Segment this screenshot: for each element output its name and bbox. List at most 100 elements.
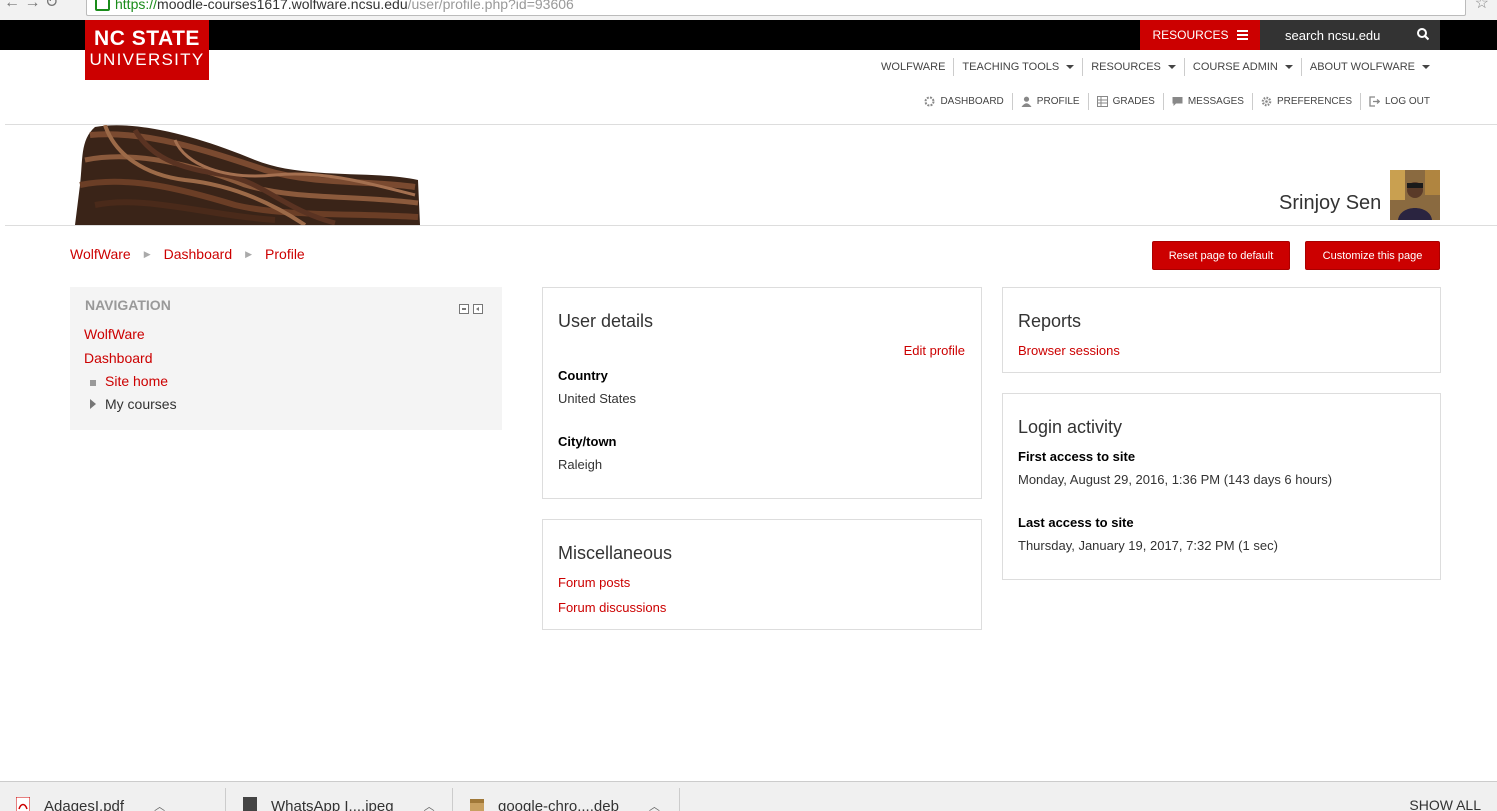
nav-link-wolfware[interactable]: WolfWare (84, 326, 145, 342)
breadcrumb-profile[interactable]: Profile (265, 246, 305, 262)
breadcrumb-dashboard[interactable]: Dashboard (164, 246, 233, 262)
resources-menu-button[interactable]: RESOURCES (1140, 20, 1260, 50)
nav-label: COURSE ADMIN (1193, 61, 1278, 73)
caret-down-icon (1422, 65, 1430, 69)
navigation-block: NAVIGATION WolfWare Dashboard Site home … (70, 287, 502, 430)
nav-course-admin[interactable]: COURSE ADMIN (1184, 58, 1301, 76)
ncstate-logo[interactable]: NC STATE UNIVERSITY (85, 20, 209, 80)
browser-sessions-link[interactable]: Browser sessions (1018, 343, 1120, 358)
nav-label: TEACHING TOOLS (962, 61, 1059, 73)
grades-icon (1097, 96, 1108, 107)
usernav-preferences[interactable]: PREFERENCES (1252, 93, 1360, 110)
usernav-grades[interactable]: GRADES (1088, 93, 1163, 110)
usernav-dashboard[interactable]: DASHBOARD (916, 93, 1011, 110)
nav-label: WOLFWARE (881, 61, 945, 73)
message-icon (1172, 96, 1183, 107)
login-activity-card: Login activity First access to site Mond… (1002, 393, 1441, 580)
back-forward-reload-icons[interactable]: ← → ↻ (4, 0, 58, 12)
nav-link-dashboard[interactable]: Dashboard (84, 350, 153, 366)
logo-line2: UNIVERSITY (85, 50, 209, 70)
show-all-downloads-button[interactable]: SHOW ALL (1409, 797, 1481, 811)
expand-arrow-icon[interactable] (90, 399, 96, 409)
reports-card: Reports Browser sessions (1002, 287, 1441, 373)
nav-teaching-tools[interactable]: TEACHING TOOLS (953, 58, 1082, 76)
download-item-deb[interactable]: google-chro....deb ︿ (470, 797, 660, 811)
reset-page-button[interactable]: Reset page to default (1152, 241, 1290, 270)
url-host: moodle-courses1617.wolfware.ncsu.edu (157, 0, 408, 12)
breadcrumb-wolfware[interactable]: WolfWare (70, 246, 131, 262)
forum-discussions-link[interactable]: Forum discussions (558, 600, 666, 615)
chevron-up-icon[interactable]: ︿ (424, 798, 435, 811)
gear-icon (1261, 96, 1272, 107)
nav-label: RESOURCES (1091, 61, 1161, 73)
download-item-jpeg[interactable]: WhatsApp I....jpeg ︿ (243, 797, 435, 811)
download-item-pdf[interactable]: AdagesI.pdf ︿ (16, 797, 165, 811)
resources-label: RESOURCES (1152, 28, 1228, 42)
nav-resources[interactable]: RESOURCES (1082, 58, 1184, 76)
logout-icon (1369, 96, 1380, 107)
banner-divider (5, 225, 1497, 226)
url-scheme: https:// (115, 0, 157, 12)
first-access-value: Monday, August 29, 2016, 1:36 PM (143 da… (1018, 472, 1332, 487)
person-icon (1021, 96, 1032, 107)
site-search-input[interactable]: search ncsu.edu (1260, 20, 1440, 50)
usernav-label: GRADES (1113, 96, 1155, 107)
first-access-label: First access to site (1018, 449, 1135, 464)
pdf-file-icon (16, 797, 30, 811)
search-placeholder: search ncsu.edu (1285, 28, 1380, 43)
breadcrumb: WolfWare ▶ Dashboard ▶ Profile (70, 246, 305, 262)
last-access-value: Thursday, January 19, 2017, 7:32 PM (1 s… (1018, 538, 1278, 553)
block-controls (459, 304, 483, 314)
usernav-profile[interactable]: PROFILE (1012, 93, 1088, 110)
usernav-label: MESSAGES (1188, 96, 1244, 107)
lock-icon (95, 0, 110, 11)
dashboard-icon (924, 96, 935, 107)
logo-line1: NC STATE (85, 28, 209, 50)
user-avatar[interactable] (1390, 170, 1440, 220)
navigation-title: NAVIGATION (85, 297, 171, 313)
download-divider (679, 788, 680, 811)
nav-about-wolfware[interactable]: ABOUT WOLFWARE (1301, 58, 1438, 76)
city-label: City/town (558, 434, 617, 449)
nav-link-site-home[interactable]: Site home (105, 373, 168, 389)
last-access-label: Last access to site (1018, 515, 1134, 530)
user-details-title: User details (558, 311, 653, 332)
search-icon[interactable] (1417, 27, 1429, 43)
url-path: /user/profile.php?id=93606 (408, 0, 574, 12)
chevron-up-icon[interactable]: ︿ (154, 798, 165, 811)
caret-down-icon (1285, 65, 1293, 69)
reports-title: Reports (1018, 311, 1081, 332)
nav-wolfware[interactable]: WOLFWARE (873, 58, 953, 76)
dock-block-icon[interactable] (473, 304, 483, 314)
download-shelf: AdagesI.pdf ︿ WhatsApp I....jpeg ︿ googl… (0, 781, 1497, 811)
usernav-logout[interactable]: LOG OUT (1360, 93, 1438, 110)
download-filename: google-chro....deb (498, 798, 619, 811)
customize-page-button[interactable]: Customize this page (1305, 241, 1440, 270)
avatar-photo-image (1390, 170, 1440, 220)
usernav-messages[interactable]: MESSAGES (1163, 93, 1252, 110)
nav-link-my-courses[interactable]: My courses (105, 396, 177, 412)
minimize-block-icon[interactable] (459, 304, 469, 314)
user-details-card: User details Edit profile Country United… (542, 287, 982, 499)
hamburger-icon (1237, 28, 1248, 42)
usernav-label: PROFILE (1037, 96, 1080, 107)
caret-down-icon (1066, 65, 1074, 69)
bullet-icon (90, 380, 96, 386)
chevron-up-icon[interactable]: ︿ (649, 798, 660, 811)
banner-sculpture-image (75, 125, 420, 225)
edit-profile-link[interactable]: Edit profile (904, 343, 965, 358)
download-divider (225, 788, 226, 811)
image-file-icon (243, 797, 257, 811)
bookmark-star-icon[interactable]: ☆ (1475, 0, 1489, 13)
package-file-icon (470, 797, 484, 811)
address-bar[interactable]: https://moodle-courses1617.wolfware.ncsu… (86, 0, 1466, 16)
main-nav: WOLFWARE TEACHING TOOLS RESOURCES COURSE… (873, 58, 1438, 76)
caret-down-icon (1168, 65, 1176, 69)
breadcrumb-separator-icon: ▶ (245, 249, 252, 260)
browser-toolbar: ← → ↻ https://moodle-courses1617.wolfwar… (0, 0, 1497, 20)
login-activity-title: Login activity (1018, 417, 1122, 438)
miscellaneous-title: Miscellaneous (558, 543, 672, 564)
download-filename: AdagesI.pdf (44, 798, 124, 811)
forum-posts-link[interactable]: Forum posts (558, 575, 630, 590)
download-filename: WhatsApp I....jpeg (271, 798, 394, 811)
